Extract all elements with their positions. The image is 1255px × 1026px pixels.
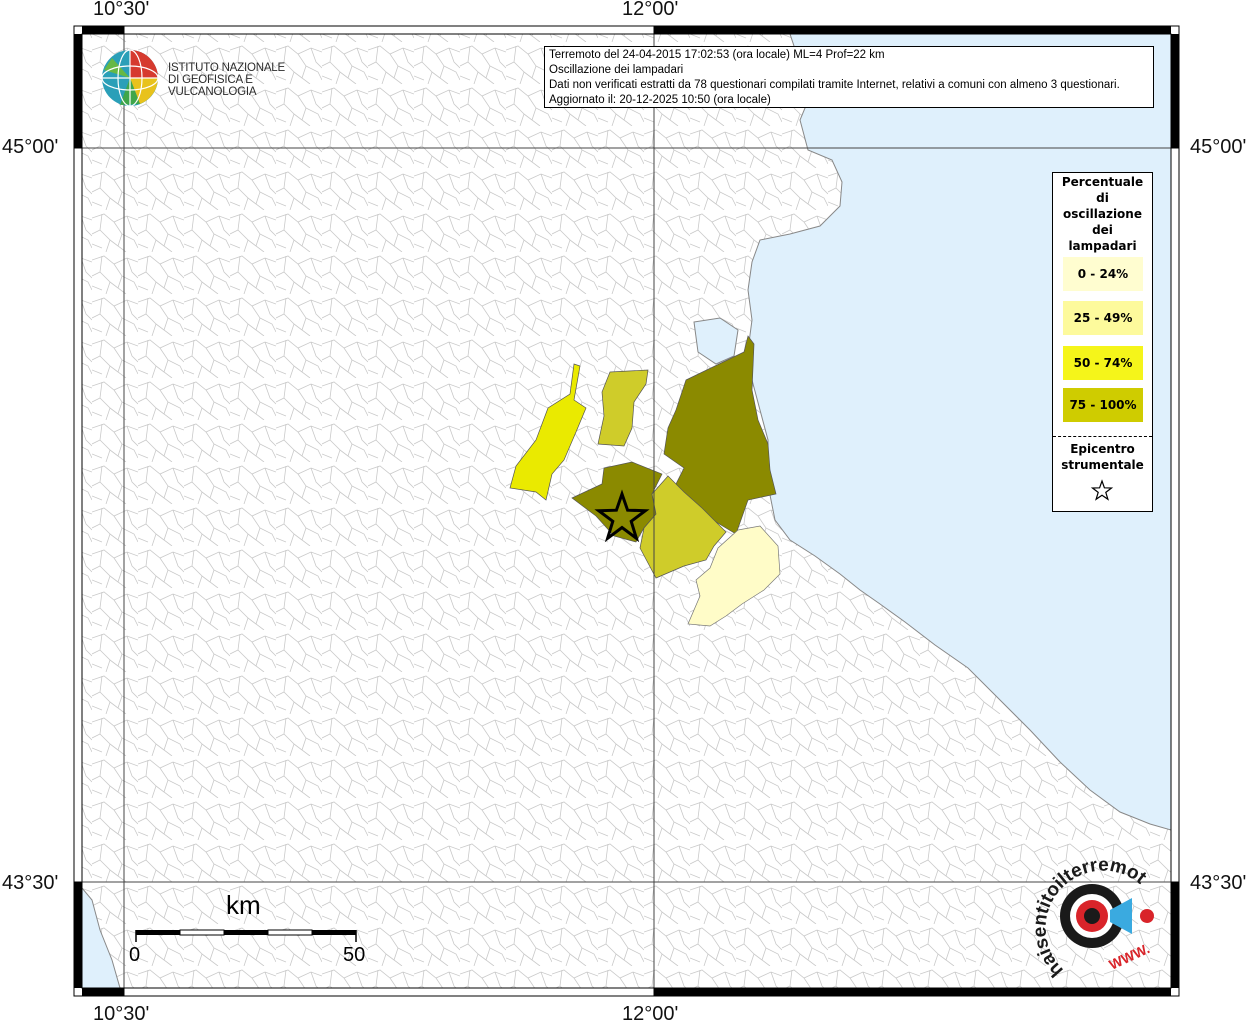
lat-label-left-top: 45°00' [2,136,59,158]
legend-epicenter-line: Epicentro [1070,442,1135,456]
scale-unit-label: km [226,890,261,920]
legend-title-line: Percentuale [1061,175,1144,189]
lat-label-right-top: 45°00' [1190,136,1247,158]
map-subject: Oscillazione dei lampadari [549,64,684,76]
haisentito-logo: haisentitoilterremoto.it WWW. [1024,842,1170,988]
ingv-logo-line1: ISTITUTO NAZIONALE [168,62,285,74]
data-disclaimer: Dati non verificati estratti da 78 quest… [549,79,1120,91]
legend-epicenter-line: strumentale [1061,458,1144,472]
lon-label-bottom-left: 10°30' [93,1003,150,1025]
lat-label-right-bottom: 43°30' [1190,872,1247,894]
updated-timestamp: Aggiornato il: 20-12-2025 10:50 (ora loc… [549,94,771,106]
legend-title-line: oscillazione [1063,207,1142,221]
lat-label-left-bottom: 43°30' [2,872,59,894]
ingv-logo-line2: DI GEOFISICA E VULCANOLOGIA [168,74,257,98]
haisentito-logo-graphic: haisentitoilterremoto.it WWW. [1024,842,1154,981]
haisentito-logo-www: WWW. [1107,940,1153,973]
lon-label-top-right: 12°00' [622,0,679,20]
legend-item-25-49: 25 - 49% [1063,301,1143,335]
ingv-globe-icon [101,49,159,107]
event-info-box: Terremoto del 24-04-2015 17:02:53 (ora l… [544,46,1154,108]
legend-separator [1053,436,1152,437]
legend-item-75-100: 75 - 100% [1063,388,1143,422]
legend-epicenter-label: Epicentro strumentale [1053,441,1152,473]
legend-title: Percentuale di oscillazione dei lampadar… [1053,173,1152,254]
star-outline-icon [1090,479,1114,501]
lon-label-top-left: 10°30' [93,0,150,20]
legend-title-line: lampadari [1068,239,1137,253]
scale-max-label: 50 [343,944,366,966]
ingv-logo: ISTITUTO NAZIONALE DI GEOFISICA E VULCAN… [100,48,330,108]
event-title: Terremoto del 24-04-2015 17:02:53 (ora l… [549,49,885,61]
legend-item-0-24: 0 - 24% [1063,257,1143,291]
lon-label-bottom-right: 12°00' [622,1003,679,1025]
legend: Percentuale di oscillazione dei lampadar… [1052,172,1153,512]
legend-item-50-74: 50 - 74% [1063,346,1143,380]
legend-title-line: di [1096,191,1109,205]
legend-title-line: dei [1092,223,1113,237]
scale-min-label: 0 [129,944,141,966]
